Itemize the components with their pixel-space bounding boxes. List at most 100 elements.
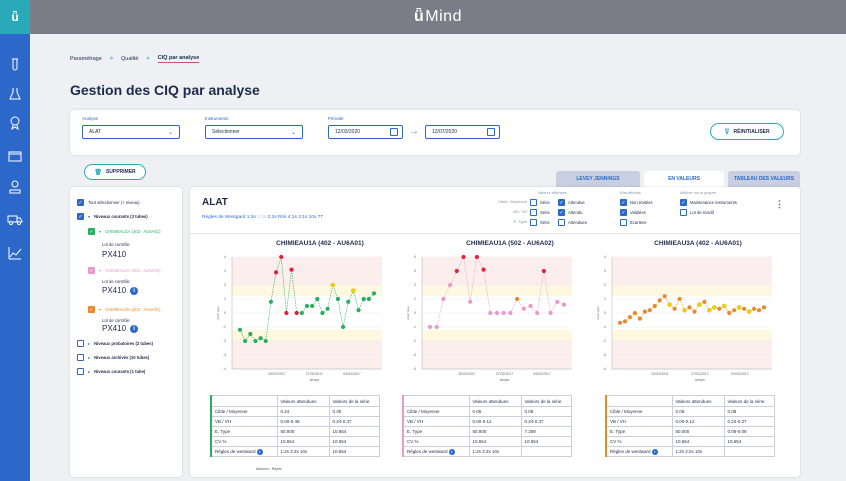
display-attendue-option[interactable]: ✓ Attendu [558, 209, 582, 216]
table-cell: 50.000 [468, 426, 522, 437]
data-point [702, 299, 707, 304]
checkbox-unchecked[interactable] [77, 354, 84, 361]
table-cell: 0.08 [723, 406, 775, 417]
checkbox-checked[interactable]: ✓ [680, 199, 687, 206]
cell-value: 10.654 [675, 439, 690, 444]
x-axis-label: temps [695, 378, 705, 382]
caret-down-icon[interactable]: ▾ [99, 229, 101, 234]
group-current-row[interactable]: ✓ ▾ Niveaux courants (3 tubes) [77, 213, 148, 220]
checkbox-unchecked[interactable] [77, 368, 84, 375]
info-icon[interactable]: i [256, 448, 263, 455]
medal-icon[interactable] [6, 114, 24, 132]
supprimer-button[interactable]: 🗑 SUPPRIMER [84, 164, 146, 180]
checkbox-checked[interactable]: ✓ [558, 199, 565, 206]
group-courants-row[interactable]: ▸ Niveaux courants (1 tube) [77, 368, 145, 375]
monitor-icon[interactable] [6, 148, 24, 166]
tab-levey-jennings[interactable]: LEVEY JENNINGS [556, 171, 640, 187]
info-icon[interactable]: i [130, 324, 139, 333]
data-point [243, 338, 248, 344]
data-point [346, 299, 351, 304]
breadcrumb-item-qualite[interactable]: Qualité [121, 56, 138, 62]
breadcrumb-item-parametrage[interactable]: Paramétrage [70, 56, 102, 62]
reset-label: RÉINITIALISER [733, 128, 770, 135]
breadcrumb-item-ciq[interactable]: CIQ par analyse [157, 55, 200, 63]
caret-down-icon[interactable]: ▾ [88, 214, 90, 219]
data-point [448, 282, 453, 288]
date-end-field[interactable]: 12/07/2020 [425, 125, 500, 139]
checkbox-checked[interactable]: ✓ [77, 199, 84, 206]
etat-row-1[interactable]: ✓ Non traitées [620, 199, 653, 206]
checkbox-checked[interactable]: ✓ [88, 228, 95, 235]
checkbox-checked[interactable]: ✓ [88, 267, 95, 274]
analyse-select[interactable]: ALAT ⌄ [82, 125, 180, 139]
more-vertical-icon[interactable]: ⋮ [775, 199, 784, 210]
etat-row-2[interactable]: ✓ Validées [620, 209, 646, 216]
tab-en-valeurs[interactable]: EN VALEURS [644, 171, 724, 187]
data-point [461, 254, 466, 260]
data-point [320, 310, 325, 316]
info-icon[interactable]: i [130, 286, 139, 295]
reset-button[interactable]: ⊽ RÉINITIALISER [710, 123, 784, 140]
display-attendue-option[interactable]: Attendues [558, 219, 587, 226]
cell-value: VB / VH [610, 419, 627, 424]
info-icon[interactable]: i [448, 448, 455, 455]
info-icon[interactable]: i [651, 448, 658, 455]
display-serie-option[interactable]: Série [530, 209, 550, 216]
graph-row-1[interactable]: ✓ Maintenance instruments [680, 199, 737, 206]
checkbox-unchecked[interactable] [530, 199, 537, 206]
cell-value: CV % [610, 439, 622, 444]
checkbox-checked[interactable]: ✓ [620, 199, 627, 206]
user-icon[interactable] [6, 178, 24, 196]
checkbox-unchecked[interactable] [530, 219, 537, 226]
checkbox-unchecked[interactable] [530, 209, 537, 216]
instruments-select[interactable]: Sélectionner ⌄ [205, 125, 303, 139]
checkbox-unchecked[interactable] [680, 209, 687, 216]
filter-reset-icon: ⊽ [724, 128, 730, 136]
checkbox-checked[interactable]: ✓ [88, 306, 95, 313]
cell-value: 0.06 [472, 409, 482, 414]
checkbox-unchecked[interactable] [620, 219, 627, 226]
display-serie-option[interactable]: Série [530, 199, 550, 206]
checkbox-unchecked[interactable] [558, 219, 565, 226]
group-probatoires-row[interactable]: ▸ Niveaux probatoires (2 tubes) [77, 340, 153, 347]
flask-icon[interactable] [6, 85, 24, 103]
option-label: Attendu [568, 210, 583, 215]
caret-down-icon[interactable]: ▾ [99, 268, 101, 273]
checkbox-checked[interactable]: ✓ [620, 209, 627, 216]
tree-item-1[interactable]: ✓ ▾ CHIMIEAU1A (402 - AU6A01) [88, 228, 161, 235]
test-tube-icon[interactable] [6, 56, 24, 74]
table-cell: 0.00-0.12 [671, 416, 725, 427]
checkbox-checked[interactable]: ✓ [558, 209, 565, 216]
tab-tableau-des-valeurs[interactable]: TABLEAU DES VALEURS [728, 171, 800, 187]
app-title: Mind [425, 8, 462, 25]
group-archives-row[interactable]: ▸ Niveaux archivés (10 tubes) [77, 354, 149, 361]
instruments-label: Instruments [205, 116, 229, 121]
westgard-prefix: Règles de Westgard 1:2s [202, 215, 256, 220]
lot-value: PX410 i [102, 324, 139, 333]
etat-row-3[interactable]: Ecartées [620, 219, 647, 226]
display-serie-option[interactable]: Série [530, 219, 550, 226]
data-point [335, 296, 341, 302]
date-start-field[interactable]: 12/03/2020 [328, 125, 403, 139]
truck-icon[interactable] [6, 210, 24, 228]
checkbox-checked[interactable]: ✓ [77, 213, 84, 220]
checkbox-unchecked[interactable] [77, 340, 84, 347]
etat-label: Ecartées [630, 220, 647, 225]
display-attendue-option[interactable]: ✓ Attendue [558, 199, 585, 206]
caret-down-icon[interactable]: ▾ [99, 307, 101, 312]
chart-icon[interactable] [6, 244, 24, 262]
graph-row-2[interactable]: Lot de réactif [680, 209, 714, 216]
tree-item-3[interactable]: ✓ ▾ CHIMIEAU3A (402 - AU6A01) [88, 306, 161, 313]
app-logo-icon[interactable]: ǖ [0, 0, 30, 34]
calendar-icon[interactable] [487, 128, 495, 136]
y-tick-label: 4 [414, 255, 416, 259]
tree-item-label: CHIMIEAU1A (402 - AU6A01) [105, 229, 161, 234]
caret-right-icon[interactable]: ▸ [88, 355, 90, 360]
caret-right-icon[interactable]: ▸ [88, 341, 90, 346]
etat-label: Non traitées [630, 200, 653, 205]
select-all-row[interactable]: ✓ Tout sélectionner (+ niveau) [77, 199, 140, 206]
calendar-icon[interactable] [390, 128, 398, 136]
tree-item-2[interactable]: ✓ ▾ CHIMIEAU1A (502 - AU6A02) [88, 267, 161, 274]
caret-right-icon[interactable]: ▸ [88, 369, 90, 374]
data-point [361, 296, 366, 302]
